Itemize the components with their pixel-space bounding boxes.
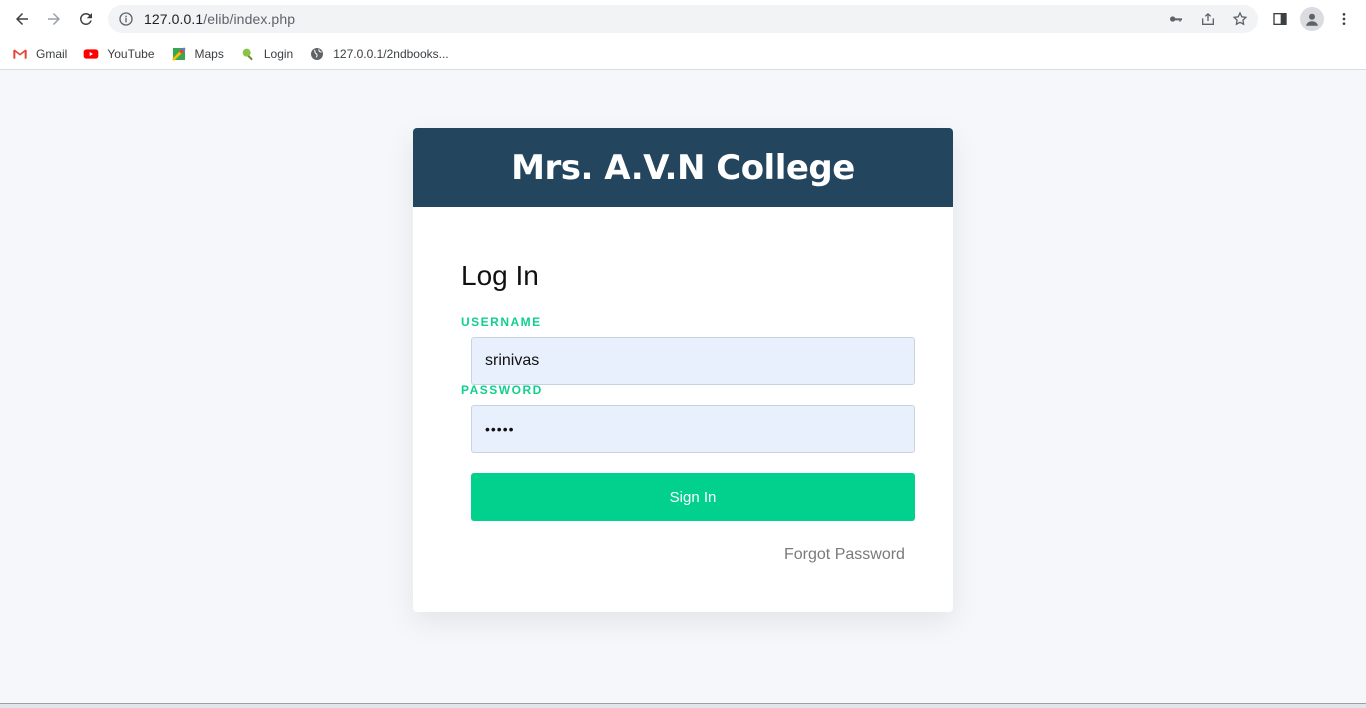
key-icon[interactable] xyxy=(1166,9,1186,29)
password-input[interactable]: ••••• xyxy=(471,405,915,453)
browser-toolbar: 127.0.0.1/elib/index.php xyxy=(0,0,1366,38)
forward-arrow-icon xyxy=(48,13,60,25)
avatar-icon xyxy=(1300,7,1324,31)
forward-button[interactable] xyxy=(38,3,70,35)
profile-button[interactable] xyxy=(1300,7,1324,31)
share-icon[interactable] xyxy=(1198,9,1218,29)
bookmark-label: Gmail xyxy=(36,46,68,61)
taskbar-edge xyxy=(0,703,1366,708)
bookmark-label: YouTube xyxy=(107,46,155,61)
forgot-password-link[interactable]: Forgot Password xyxy=(784,546,905,564)
college-title: Mrs. A.V.N College xyxy=(511,147,855,188)
info-icon[interactable] xyxy=(118,11,134,27)
bookmark-star-icon[interactable] xyxy=(1230,9,1250,29)
url-host: 127.0.0.1 xyxy=(144,11,204,27)
url-text: 127.0.0.1/elib/index.php xyxy=(144,11,295,27)
login-heading: Log In xyxy=(461,260,539,291)
bookmark-maps[interactable]: Maps xyxy=(171,46,224,62)
side-panel-icon[interactable] xyxy=(1268,7,1292,31)
bookmark-gmail[interactable]: Gmail xyxy=(12,46,67,62)
youtube-icon xyxy=(83,46,99,62)
bookmark-label: 127.0.0.1/2ndbooks... xyxy=(333,46,449,61)
reload-icon xyxy=(80,12,92,25)
maps-icon xyxy=(171,46,187,62)
reload-button[interactable] xyxy=(70,3,102,35)
back-button[interactable] xyxy=(6,3,38,35)
bookmarks-bar: Gmail YouTube Maps Login 127.0.0.1/2ndbo… xyxy=(0,38,1366,70)
bookmark-label: Login xyxy=(263,46,294,61)
username-label: USERNAME xyxy=(461,315,542,329)
bookmark-label: Maps xyxy=(194,46,224,61)
password-value: ••••• xyxy=(485,421,515,437)
sign-in-button[interactable]: Sign In xyxy=(471,473,915,521)
back-arrow-icon xyxy=(16,13,28,25)
gmail-icon xyxy=(12,46,28,62)
password-label: PASSWORD xyxy=(461,383,543,397)
address-bar[interactable]: 127.0.0.1/elib/index.php xyxy=(108,5,1258,33)
bookmark-youtube[interactable]: YouTube xyxy=(83,46,155,62)
card-header: Mrs. A.V.N College xyxy=(413,128,953,207)
url-path: /elib/index.php xyxy=(203,11,296,27)
login-card: Mrs. A.V.N College Log In USERNAME srini… xyxy=(413,128,953,612)
username-input[interactable]: srinivas xyxy=(471,337,915,385)
globe-icon xyxy=(309,46,325,62)
bookmark-2ndbooks[interactable]: 127.0.0.1/2ndbooks... xyxy=(309,46,449,62)
menu-kebab-icon[interactable] xyxy=(1332,7,1356,31)
login-icon xyxy=(240,46,256,62)
username-value: srinivas xyxy=(485,352,540,369)
bookmark-login[interactable]: Login xyxy=(240,46,293,62)
